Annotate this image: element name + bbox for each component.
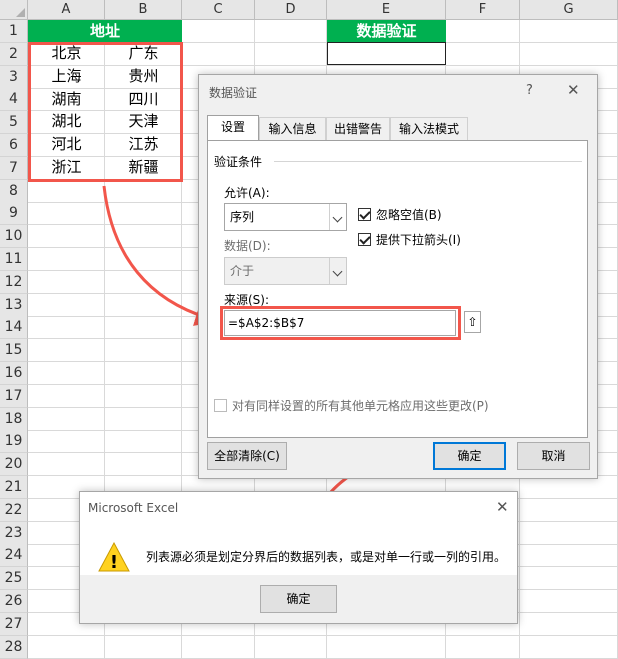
error-dialog: Microsoft Excel ✕ ! 列表源必须是划定分界后的数据列表，或是对… bbox=[79, 491, 518, 624]
arrow-range-to-source bbox=[102, 185, 220, 326]
annotation-source-box bbox=[220, 306, 461, 340]
close-icon[interactable]: ✕ bbox=[567, 81, 580, 99]
apply-all-label: 对有同样设置的所有其他单元格应用这些更改(P) bbox=[232, 399, 489, 413]
data-validation-dialog: 数据验证 ? ✕ 设置 输入信息 出错警告 输入法模式 验证条件 允许(A): … bbox=[198, 74, 598, 479]
dropdown-checkbox[interactable] bbox=[358, 233, 371, 246]
error-ok-button[interactable]: 确定 bbox=[260, 585, 337, 613]
row-header-28[interactable]: 28 bbox=[0, 635, 28, 659]
chevron-down-icon bbox=[329, 204, 346, 230]
validation-criteria-label: 验证条件 bbox=[214, 155, 263, 169]
tab-error-alert[interactable]: 出错警告 bbox=[326, 117, 390, 141]
error-message: 列表源必须是划定分界后的数据列表，或是对单一行或一列的引用。 bbox=[146, 550, 507, 564]
cell[interactable] bbox=[520, 635, 618, 659]
tab-settings[interactable]: 设置 bbox=[207, 115, 259, 141]
cell[interactable] bbox=[255, 635, 327, 659]
apply-all-checkbox[interactable] bbox=[214, 399, 227, 412]
data-label: 数据(D): bbox=[224, 239, 271, 253]
warning-glyph: ! bbox=[110, 552, 118, 572]
allow-value: 序列 bbox=[230, 210, 255, 224]
ignore-blank-checkbox[interactable] bbox=[358, 208, 371, 221]
cell[interactable] bbox=[182, 635, 255, 659]
dialog-title: 数据验证 bbox=[209, 86, 258, 100]
help-icon[interactable]: ? bbox=[526, 83, 533, 98]
ok-button[interactable]: 确定 bbox=[433, 442, 506, 470]
cell[interactable] bbox=[446, 635, 520, 659]
close-icon[interactable]: ✕ bbox=[496, 498, 509, 516]
group-divider bbox=[274, 161, 582, 162]
error-dialog-title: Microsoft Excel bbox=[88, 501, 179, 515]
cell[interactable] bbox=[327, 635, 446, 659]
tab-input-message[interactable]: 输入信息 bbox=[259, 117, 326, 141]
allow-select[interactable]: 序列 bbox=[224, 203, 347, 231]
cell[interactable] bbox=[105, 635, 182, 659]
warning-icon: ! bbox=[98, 542, 130, 572]
ignore-blank-label: 忽略空值(B) bbox=[376, 208, 442, 222]
data-value: 介于 bbox=[230, 264, 255, 278]
data-select[interactable]: 介于 bbox=[224, 257, 347, 285]
allow-label: 允许(A): bbox=[224, 186, 270, 200]
settings-panel: 验证条件 允许(A): 序列 忽略空值(B) 提供下拉箭头(I) 数据(D): … bbox=[207, 140, 588, 438]
tab-ime-mode[interactable]: 输入法模式 bbox=[390, 117, 468, 141]
clear-all-button[interactable]: 全部清除(C) bbox=[207, 442, 287, 470]
dropdown-label: 提供下拉箭头(I) bbox=[376, 233, 461, 247]
cell[interactable] bbox=[28, 635, 105, 659]
cancel-button[interactable]: 取消 bbox=[517, 442, 590, 470]
chevron-down-icon bbox=[329, 258, 346, 284]
collapse-range-icon[interactable]: ⇧ bbox=[464, 311, 481, 333]
